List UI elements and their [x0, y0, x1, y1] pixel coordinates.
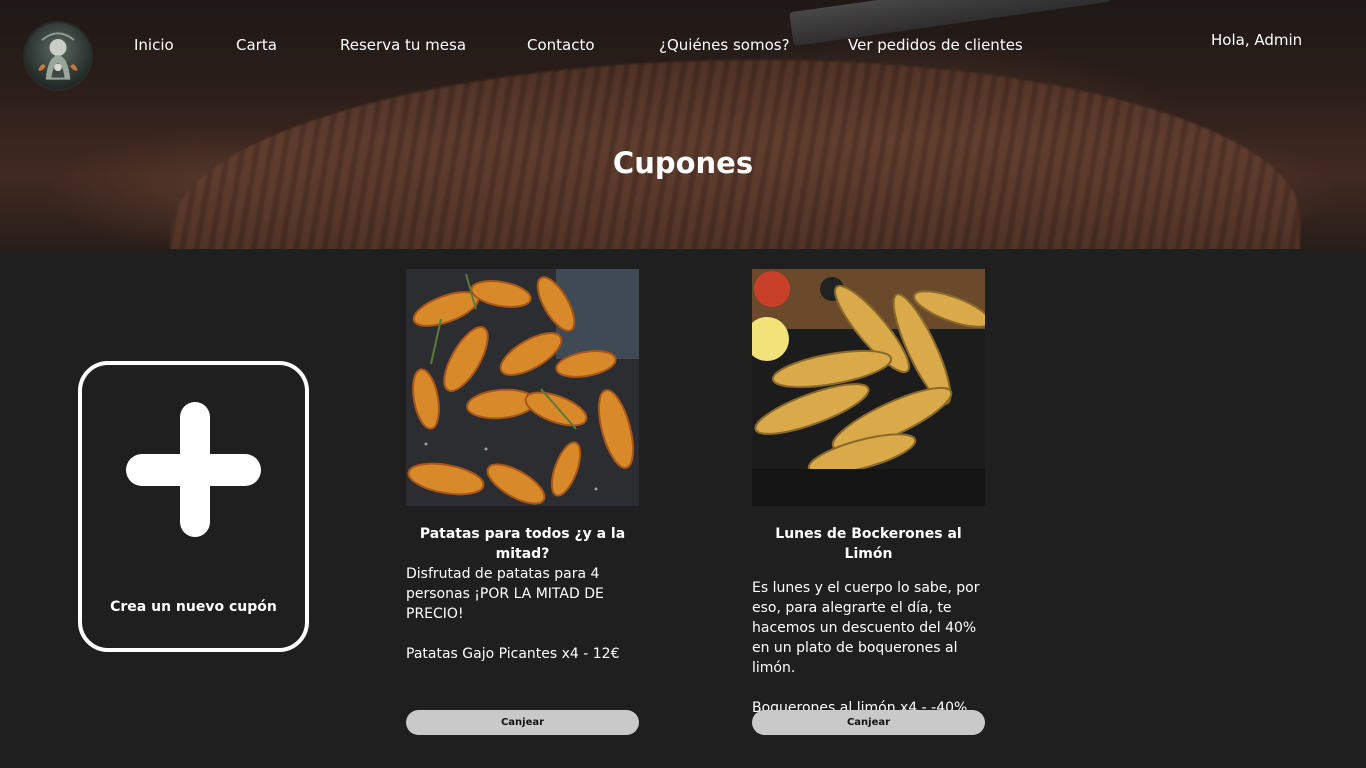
- coupon-description: Es lunes y el cuerpo lo sabe, por eso, p…: [752, 580, 980, 676]
- logo-emblem-icon: [38, 32, 78, 80]
- fried-anchovies-image: [752, 269, 985, 506]
- page-title: Cupones: [612, 146, 754, 180]
- coupon-title: Patatas para todos ¿y a la mitad?: [419, 526, 626, 562]
- user-greeting[interactable]: Hola, Admin: [1211, 30, 1302, 50]
- coupon-price: Patatas Gajo Picantes x4 - 12€: [406, 646, 620, 662]
- coupon-card: Patatas para todos ¿y a la mitad? Disfru…: [406, 269, 639, 735]
- potato-wedges-image: [406, 269, 639, 506]
- nav-item-quienes-somos[interactable]: ¿Quiénes somos?: [659, 35, 790, 55]
- coupon-title: Lunes de Bockerones al Limón: [775, 526, 962, 562]
- nav-item-reserva[interactable]: Reserva tu mesa: [340, 35, 466, 55]
- nav-item-carta[interactable]: Carta: [236, 35, 277, 55]
- coupon-card: Lunes de Bockerones al Limón Es lunes y …: [752, 269, 985, 735]
- create-coupon-button[interactable]: Crea un nuevo cupón: [78, 361, 309, 652]
- nav-item-inicio[interactable]: Inicio: [134, 35, 174, 55]
- create-coupon-label: Crea un nuevo cupón: [110, 599, 277, 615]
- nav-item-contacto[interactable]: Contacto: [527, 35, 595, 55]
- nav-item-ver-pedidos[interactable]: Ver pedidos de clientes: [848, 35, 1023, 55]
- hero-banner: Inicio Carta Reserva tu mesa Contacto ¿Q…: [0, 0, 1366, 249]
- redeem-button[interactable]: Canjear: [406, 710, 639, 735]
- coupon-description: Disfrutad de patatas para 4 personas ¡PO…: [406, 566, 604, 622]
- redeem-button[interactable]: Canjear: [752, 710, 985, 735]
- restaurant-logo[interactable]: [23, 21, 93, 91]
